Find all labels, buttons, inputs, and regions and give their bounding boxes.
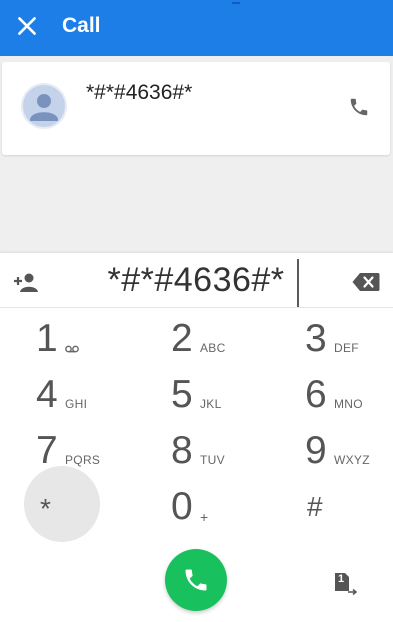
contact-card[interactable]: *#*#4636#* [2,62,390,155]
key-5[interactable]: 5 JKL [160,375,270,431]
contact-number: *#*#4636#* [86,81,193,104]
page-title: Call [62,14,101,37]
key-letters: JKL [200,397,222,411]
key-8[interactable]: 8 TUV [160,431,270,487]
key-digit: 5 [171,373,193,416]
app-bar: Call [0,0,393,56]
key-3[interactable]: 3 DEF [294,319,393,375]
text-cursor [297,259,299,307]
sim-label: 1 [338,573,345,585]
key-star[interactable]: * [22,487,132,543]
sim-card-icon [335,573,358,596]
key-digit: * [40,493,51,524]
key-digit: 6 [305,373,327,416]
key-digit: 3 [305,317,327,360]
key-letters: ABC [200,341,226,355]
key-4[interactable]: 4 GHI [22,375,132,431]
key-letters: PQRS [65,453,101,467]
status-indicator [232,2,240,4]
backspace-icon[interactable] [352,272,380,292]
close-icon[interactable] [14,13,40,39]
sim-switch-button[interactable]: 1 [332,571,360,597]
key-9[interactable]: 9 WXYZ [294,431,393,487]
key-letters: DEF [334,341,359,355]
key-1[interactable]: 1 [22,319,132,375]
key-letters: + [200,509,209,525]
person-icon [21,83,67,129]
key-digit: 8 [171,429,193,472]
voicemail-icon [65,345,79,353]
phone-icon[interactable] [348,96,370,118]
divider [0,307,393,308]
key-letters: WXYZ [334,453,370,467]
key-digit: 0 [171,485,193,528]
key-digit: 2 [171,317,193,360]
key-digit: 1 [36,317,58,360]
phone-icon [185,569,207,591]
key-digit: 4 [36,373,58,416]
key-letters: TUV [200,453,225,467]
key-0[interactable]: 0 + [160,487,270,543]
add-contact-icon[interactable] [12,271,40,293]
key-7[interactable]: 7 PQRS [22,431,132,487]
key-digit: 7 [36,429,58,472]
call-button[interactable] [165,549,227,611]
key-digit: 9 [305,429,327,472]
dial-input[interactable]: *#*#4636#* [60,261,332,300]
key-hash[interactable]: # [294,487,393,543]
key-6[interactable]: 6 MNO [294,375,393,431]
key-digit: # [307,491,323,522]
key-2[interactable]: 2 ABC [160,319,270,375]
key-letters: MNO [334,397,363,411]
dialpad: *#*#4636#* 1 2 ABC 3 DEF 4 GHI 5 JKL 6 M… [0,253,393,622]
key-letters: GHI [65,397,88,411]
